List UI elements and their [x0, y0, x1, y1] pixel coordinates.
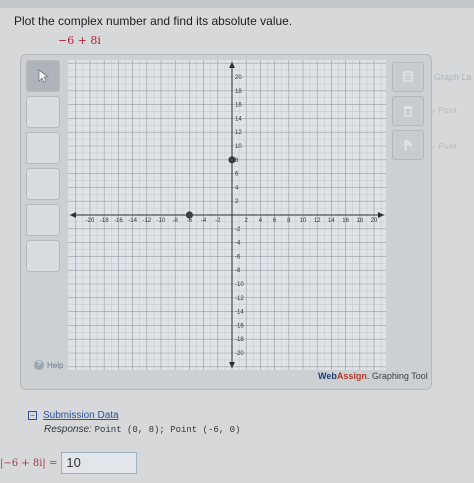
chevron-right-icon: › — [432, 142, 435, 151]
y-tick-label: -16 — [235, 323, 244, 329]
chevron-right-icon: › — [432, 106, 435, 115]
x-tick-label: 14 — [328, 218, 335, 224]
submission-data: − Submission Data Response: Point (0, 8)… — [28, 410, 240, 435]
line-tool-button[interactable] — [26, 132, 60, 164]
graph-canvas[interactable]: -20 -18 -16 -14 -12 -10 -8 -6 -4 -2 2 4 6 8 10 12 14 16 18… — [68, 60, 386, 370]
right-toolbar — [392, 62, 426, 164]
fill-tool-button[interactable] — [392, 62, 424, 92]
hand-icon — [404, 139, 412, 151]
layer-item-label: Point — [438, 106, 457, 115]
hand-tool-button[interactable] — [392, 130, 424, 160]
ray-tool-button[interactable] — [26, 168, 60, 200]
graph-layers-panel: Graph La › Point › Point — [432, 62, 474, 162]
x-tick-label: 10 — [300, 218, 307, 224]
x-tick-label: -16 — [114, 218, 123, 224]
x-tick-label: 16 — [342, 218, 349, 224]
complex-expression: −6 + 8i — [58, 34, 101, 47]
y-tick-label: 20 — [235, 75, 242, 81]
y-tick-label: 10 — [235, 144, 242, 150]
y-tick-label: 14 — [235, 116, 242, 122]
layer-item-point[interactable]: › Point — [432, 106, 457, 115]
help-icon: ? — [34, 360, 44, 370]
trash-icon — [403, 106, 413, 117]
pointer-tool-button[interactable] — [26, 60, 60, 92]
x-tick-label: -12 — [142, 218, 151, 224]
point-tool-button[interactable] — [26, 96, 60, 128]
y-tick-label: -2 — [235, 227, 241, 233]
x-tick-label: -10 — [157, 218, 166, 224]
x-tick-label: -20 — [86, 218, 95, 224]
circle-tool-button[interactable] — [26, 240, 60, 272]
x-tick-label: -4 — [201, 218, 207, 224]
cursor-arrow-icon — [38, 69, 50, 83]
layer-item-point[interactable]: › Point — [432, 142, 457, 151]
brand-assign: Assign — [336, 371, 367, 381]
coordinate-grid[interactable]: -20 -18 -16 -14 -12 -10 -8 -6 -4 -2 2 4 6 8 10 12 14 16 18… — [68, 60, 386, 370]
y-tick-label: -18 — [235, 337, 244, 343]
y-tick-label: -14 — [235, 310, 244, 316]
y-tick-label: -6 — [235, 254, 241, 260]
submission-toggle[interactable]: − Submission Data — [28, 410, 240, 421]
help-link[interactable]: ? Help — [34, 360, 63, 370]
y-tick-label: -4 — [235, 241, 241, 247]
delete-tool-button[interactable] — [392, 96, 424, 126]
x-tick-label: -6 — [187, 218, 193, 224]
y-tick-label: 12 — [235, 130, 242, 136]
x-tick-label: -8 — [173, 218, 179, 224]
brand-web: Web — [318, 371, 337, 381]
plotted-point — [228, 156, 236, 164]
y-tick-label: 2 — [235, 199, 239, 205]
y-tick-label: -10 — [235, 282, 244, 288]
plotted-point — [185, 211, 193, 219]
y-tick-label: 8 — [235, 158, 239, 164]
submission-response: Response: Point (0, 8); Point (-6, 0) — [44, 424, 240, 435]
y-tick-label: 6 — [235, 172, 239, 178]
x-tick-label: 18 — [356, 218, 363, 224]
x-tick-label: -2 — [215, 218, 221, 224]
submission-title: Submission Data — [43, 410, 119, 421]
y-tick-label: 4 — [235, 185, 239, 191]
y-tick-label: -20 — [235, 351, 244, 357]
left-toolbar — [26, 60, 62, 276]
x-tick-label: 20 — [371, 218, 378, 224]
graph-layers-title: Graph La — [434, 72, 472, 82]
question-prompt: Plot the complex number and find its abs… — [14, 14, 293, 28]
answer-input[interactable]: 10 — [61, 452, 138, 474]
x-tick-label: 4 — [259, 218, 263, 224]
segment-tool-button[interactable] — [26, 204, 60, 236]
fill-icon — [403, 71, 413, 82]
y-tick-label: 16 — [235, 103, 242, 109]
x-tick-label: 2 — [245, 218, 249, 224]
collapse-icon: − — [28, 411, 37, 420]
x-tick-label: -14 — [128, 218, 137, 224]
response-value: Point (0, 8); Point (-6, 0) — [94, 425, 241, 435]
y-tick-label: 18 — [235, 89, 242, 95]
webassign-brand: WebAssign. Graphing Tool — [318, 371, 428, 381]
y-tick-label: -12 — [235, 296, 244, 302]
x-tick-label: -18 — [100, 218, 109, 224]
y-tick-label: -8 — [235, 268, 241, 274]
help-label: Help — [47, 360, 64, 370]
answer-line: |−6 + 8i| = 10 — [0, 452, 138, 474]
answer-expression: |−6 + 8i| = — [0, 457, 58, 469]
x-tick-label: 12 — [314, 218, 321, 224]
top-strip — [0, 0, 474, 8]
x-tick-label: 8 — [287, 218, 291, 224]
response-label: Response: — [44, 424, 92, 435]
layer-item-label: Point — [438, 142, 457, 151]
brand-rest: . Graphing Tool — [366, 371, 428, 381]
x-tick-label: 6 — [273, 218, 277, 224]
